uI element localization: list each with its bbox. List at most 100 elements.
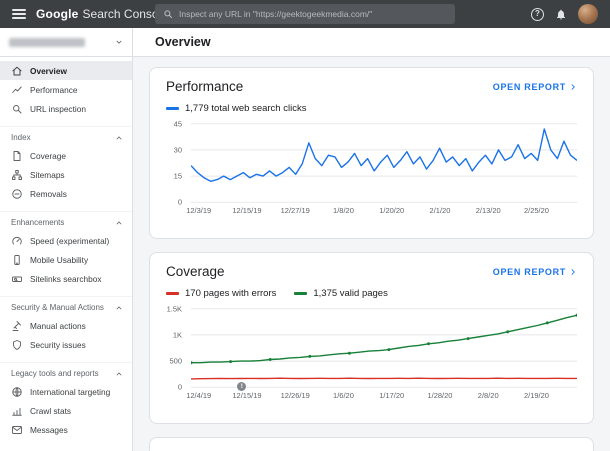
x-tick-label: 12/26/19	[280, 391, 310, 400]
coverage-legend: 170 pages with errors 1,375 valid pages	[166, 288, 577, 299]
url-inspection-icon	[13, 104, 22, 113]
sidebar-item-removals[interactable]: Removals	[0, 184, 132, 203]
help-icon[interactable]: ?	[531, 7, 544, 21]
sidebar-item-label: Messages	[30, 424, 68, 435]
x-tick-label: 12/27/19	[280, 206, 310, 215]
sidebar-item-security-issues[interactable]: Security issues	[0, 335, 132, 354]
legend-item: 1,779 total web search clicks	[166, 103, 306, 114]
sidebar-item-label: International targeting	[30, 386, 111, 397]
main-content: Overview Performance OPEN REPORT 1,779 t…	[133, 28, 610, 451]
section-title: Enhancements	[11, 218, 65, 227]
legend-label: 170 pages with errors	[185, 288, 277, 299]
sidebar-item-speed[interactable]: Speed (experimental)	[0, 231, 132, 250]
performance-x-axis: 12/3/19 12/15/19 12/27/19 1/8/20 1/20/20 2/1/…	[186, 206, 577, 217]
annotation-marker[interactable]: !	[237, 382, 247, 391]
security-issues-icon	[13, 339, 21, 350]
y-tick-label: 1K	[172, 330, 182, 340]
notifications-icon[interactable]	[555, 8, 567, 21]
section-header-security[interactable]: Security & Manual Actions	[0, 299, 132, 316]
card-header: Coverage OPEN REPORT	[166, 264, 577, 279]
performance-line-chart	[191, 123, 577, 203]
sidebar-item-label: Mobile Usability	[30, 254, 89, 265]
x-tick-label: 12/15/19	[232, 206, 262, 215]
x-tick-label: 1/6/20	[333, 391, 354, 400]
coverage-chart: 0 500 1K 1.5K ! 12/4/19 12/15/19 12/26/19 1/6/…	[166, 304, 577, 402]
sidebar-item-crawl-stats[interactable]: Crawl stats	[0, 401, 132, 420]
manual-actions-icon	[12, 320, 21, 331]
y-tick-label: 1.5K	[166, 304, 182, 314]
sidebar-item-sitemaps[interactable]: Sitemaps	[0, 165, 132, 184]
property-name-redacted	[9, 37, 85, 47]
sidebar-item-manual-actions[interactable]: Manual actions	[0, 316, 132, 335]
sidebar-item-label: Manual actions	[30, 320, 86, 331]
x-tick-label: 2/1/20	[429, 206, 451, 215]
coverage-y-axis: 0 500 1K 1.5K	[166, 304, 184, 391]
chevron-up-icon	[116, 305, 122, 309]
sidebar-item-sitelinks-searchbox[interactable]: Sitelinks searchbox	[0, 269, 132, 288]
coverage-icon	[13, 150, 21, 161]
chevron-up-icon	[116, 220, 122, 224]
open-report-link-coverage[interactable]: OPEN REPORT	[493, 267, 577, 277]
y-tick-label: 15	[173, 171, 182, 181]
sidebar-item-label: Crawl stats	[30, 405, 72, 416]
sidebar-item-messages[interactable]: Messages	[0, 420, 132, 439]
coverage-plot-area: ! 12/4/19 12/15/19 12/26/19 1/6/20 1/17/20 1/…	[186, 308, 577, 402]
sitemaps-icon	[12, 169, 22, 180]
performance-icon	[12, 86, 22, 93]
section-header-enhancements[interactable]: Enhancements	[0, 214, 132, 231]
legend-dash	[166, 107, 179, 110]
sidebar-item-performance[interactable]: Performance	[0, 80, 132, 99]
sidebar-section-security: Security & Manual Actions Manual actions…	[0, 296, 132, 354]
y-tick-label: 500	[169, 356, 182, 366]
x-tick-label: 12/15/19	[232, 391, 262, 400]
sidebar-item-label: Speed (experimental)	[30, 235, 110, 246]
x-tick-label: 12/4/19	[186, 391, 212, 400]
sidebar-item-overview[interactable]: Overview	[0, 61, 132, 80]
avatar[interactable]	[578, 4, 598, 24]
legend-item: 170 pages with errors	[166, 288, 276, 299]
content-scroll-area[interactable]: Performance OPEN REPORT 1,779 total web …	[133, 57, 610, 451]
sidebar-item-url-inspection[interactable]: URL inspection	[0, 99, 132, 118]
sidebar-item-mobile-usability[interactable]: Mobile Usability	[0, 250, 132, 269]
sidebar-item-international-targeting[interactable]: International targeting	[0, 382, 132, 401]
chevron-right-icon	[571, 268, 575, 275]
section-title: Index	[11, 133, 31, 142]
legend-item: 1,375 valid pages	[294, 288, 388, 299]
x-tick-label: 2/19/20	[523, 391, 549, 400]
app-header: Google Search Console ?	[0, 0, 610, 28]
mobile-usability-icon	[14, 254, 20, 265]
performance-chart: 0 15 30 45 12/3/19 12/15/19 12/27/19 1/8/20 1/2…	[166, 119, 577, 217]
performance-card-title: Performance	[166, 79, 244, 94]
sidebar-item-label: Performance	[30, 84, 78, 95]
speed-icon	[12, 236, 22, 244]
sidebar-section-enhancements: Enhancements Speed (experimental) Mobile…	[0, 211, 132, 288]
chevron-up-icon	[116, 135, 122, 139]
chevron-right-icon	[571, 83, 575, 90]
sidebar-item-label: Sitelinks searchbox	[30, 273, 102, 284]
x-tick-label: 2/8/20	[477, 391, 499, 400]
search-input[interactable]	[179, 9, 447, 19]
open-report-link-performance[interactable]: OPEN REPORT	[493, 82, 577, 92]
property-selector[interactable]	[0, 28, 132, 57]
enhancements-card: Enhancements	[149, 437, 594, 451]
performance-card: Performance OPEN REPORT 1,779 total web …	[149, 67, 594, 239]
sidebar-item-coverage[interactable]: Coverage	[0, 146, 132, 165]
menu-icon[interactable]	[12, 9, 26, 19]
y-tick-label: 45	[173, 119, 182, 129]
sidebar-item-label: Removals	[30, 188, 67, 199]
url-inspect-searchbox[interactable]	[155, 4, 455, 24]
coverage-line-chart	[191, 308, 577, 388]
legend-label: 1,779 total web search clicks	[185, 103, 307, 114]
coverage-card-title: Coverage	[166, 264, 225, 279]
app-root: Google Search Console ? Overview	[0, 0, 610, 451]
sidebar: Overview Performance URL inspection Inde…	[0, 28, 133, 451]
google-wordmark: Google	[36, 7, 79, 21]
section-header-legacy[interactable]: Legacy tools and reports	[0, 365, 132, 382]
chevron-up-icon	[116, 371, 122, 375]
page-title: Overview	[155, 35, 211, 49]
legend-dash	[166, 292, 179, 295]
section-header-index[interactable]: Index	[0, 129, 132, 146]
page-header: Overview	[133, 28, 610, 57]
legend-label: 1,375 valid pages	[313, 288, 388, 299]
x-tick-label: 2/13/20	[475, 206, 501, 215]
